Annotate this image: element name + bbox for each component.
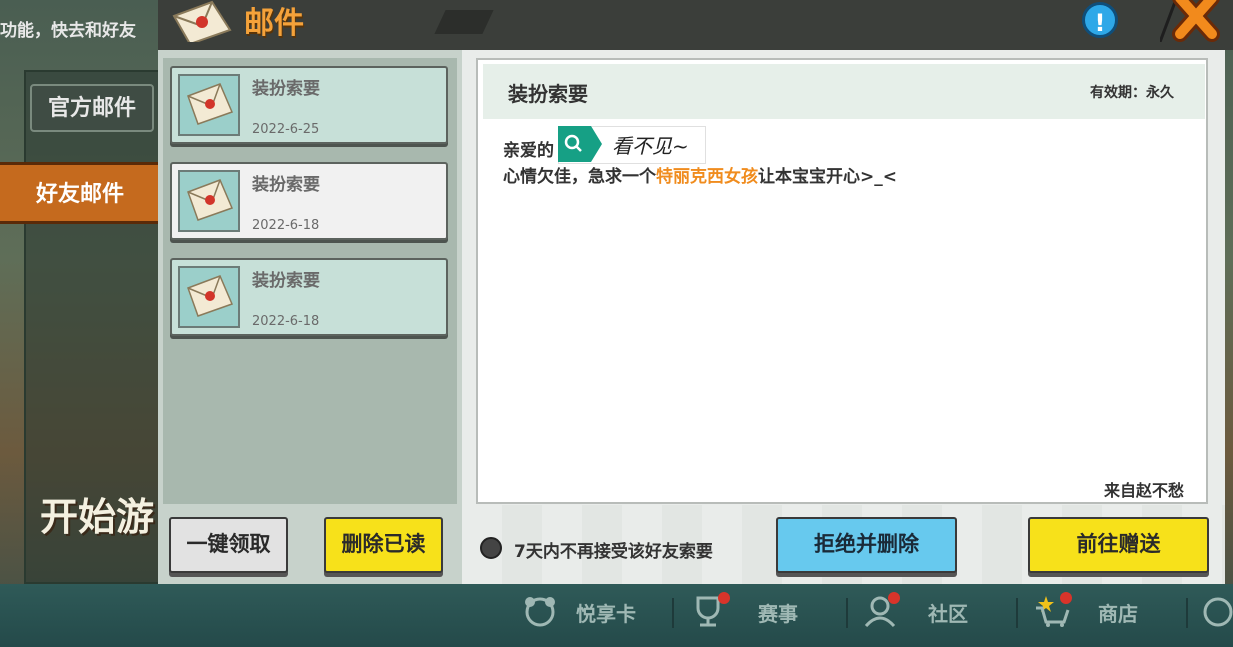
mail-date: 2022-6-25 (252, 122, 320, 137)
background-notice-text: 功能，快去和好友 (0, 21, 136, 41)
nav-item-card[interactable]: 悦享卡 (576, 598, 636, 627)
mail-list-item[interactable]: 装扮索要 2022-6-25 (170, 66, 448, 144)
letter-greeting: 亲爱的 (503, 141, 554, 161)
tab-friend-mail[interactable]: 好友邮件 (0, 162, 163, 224)
message-prefix: 心情欠佳，急求一个 (503, 167, 656, 187)
go-send-button[interactable]: 前往赠送 (1028, 517, 1209, 573)
notification-dot (888, 592, 900, 604)
nav-divider (672, 598, 674, 628)
letter-sender: 来自赵不愁 (1104, 481, 1185, 500)
notification-dot (718, 592, 730, 604)
nav-item-events[interactable]: 赛事 (758, 598, 798, 627)
envelope-icon (178, 170, 240, 232)
notification-dot (1060, 592, 1072, 604)
nav-divider (846, 598, 848, 628)
letter-body (476, 58, 1208, 504)
block-option-label[interactable]: 7天内不再接受该好友索要 (514, 537, 713, 562)
delete-read-button[interactable]: 删除已读 (324, 517, 443, 573)
letter-validity: 有效期：永久 (1090, 85, 1174, 101)
mail-subject: 装扮索要 (252, 79, 320, 99)
nav-divider (1016, 598, 1018, 628)
window-title: 邮件 (244, 6, 304, 41)
help-button[interactable]: ! (1082, 2, 1118, 38)
nav-divider (1186, 598, 1188, 628)
mail-subject: 装扮索要 (252, 175, 320, 195)
mail-window-titlebar (158, 0, 1233, 50)
nav-item-community[interactable]: 社区 (928, 598, 968, 627)
close-icon[interactable] (1160, 0, 1224, 42)
message-suffix: 让本宝宝开心>_< (758, 167, 897, 187)
claim-all-button[interactable]: 一键领取 (169, 517, 288, 573)
mail-list-item-selected[interactable]: 装扮索要 2022-6-18 (170, 162, 448, 240)
nav-item-shop[interactable]: 商店 (1098, 598, 1138, 627)
redacted-name: 看不见~ (612, 134, 689, 158)
background-start-text: 开始游 (40, 495, 155, 539)
card-icon[interactable] (522, 594, 558, 628)
reject-and-delete-button[interactable]: 拒绝并删除 (776, 517, 957, 573)
mail-subject: 装扮索要 (252, 271, 320, 291)
mail-date: 2022-6-18 (252, 218, 320, 233)
letter-subject: 装扮索要 (508, 82, 588, 106)
envelope-icon (178, 266, 240, 328)
letter-message: 心情欠佳，急求一个特丽克西女孩让本宝宝开心>_< (503, 162, 897, 187)
more-icon[interactable] (1200, 594, 1233, 628)
envelope-icon (178, 74, 240, 136)
mail-list-item[interactable]: 装扮索要 2022-6-18 (170, 258, 448, 336)
mail-date: 2022-6-18 (252, 314, 320, 329)
outfit-name-highlight: 特丽克西女孩 (656, 167, 758, 187)
envelope-icon (172, 0, 232, 42)
block-option-radio[interactable] (480, 537, 502, 559)
tab-official-mail[interactable]: 官方邮件 (30, 84, 154, 132)
